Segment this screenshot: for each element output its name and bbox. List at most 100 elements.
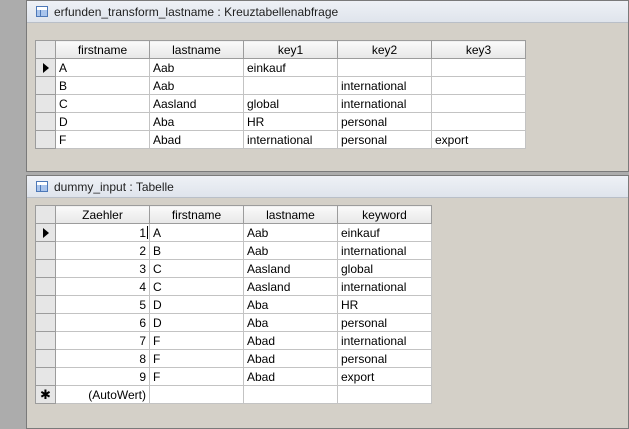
column-header[interactable]: lastname — [149, 40, 244, 59]
record-selector[interactable]: ✱ — [35, 385, 56, 404]
record-selector[interactable] — [35, 130, 56, 149]
cell[interactable]: global — [337, 259, 432, 278]
cell[interactable]: Abad — [243, 367, 338, 386]
record-selector[interactable] — [35, 331, 56, 350]
column-header[interactable]: key2 — [337, 40, 432, 59]
record-selector[interactable] — [35, 223, 56, 242]
new-record-row[interactable]: ✱ (AutoWert) — [35, 385, 432, 404]
table-row[interactable]: 3 C Aasland global — [35, 259, 432, 278]
table-row[interactable]: 4 C Aasland international — [35, 277, 432, 296]
record-selector[interactable] — [35, 295, 56, 314]
cell[interactable]: F — [149, 367, 244, 386]
autonumber-cell[interactable]: (AutoWert) — [55, 385, 150, 404]
cell[interactable]: D — [55, 112, 150, 131]
table-row[interactable]: C Aasland global international — [35, 94, 526, 113]
record-selector[interactable] — [35, 277, 56, 296]
cell[interactable]: Aasland — [243, 259, 338, 278]
cell[interactable]: international — [337, 76, 432, 95]
cell[interactable] — [243, 385, 338, 404]
cell[interactable] — [337, 385, 432, 404]
select-all-corner[interactable] — [35, 205, 56, 224]
record-selector[interactable] — [35, 76, 56, 95]
cell[interactable]: Aab — [243, 241, 338, 260]
cell[interactable]: HR — [243, 112, 338, 131]
cell[interactable]: export — [431, 130, 526, 149]
cell[interactable]: 9 — [55, 367, 150, 386]
column-header[interactable]: firstname — [55, 40, 150, 59]
select-all-corner[interactable] — [35, 40, 56, 59]
cell[interactable]: HR — [337, 295, 432, 314]
record-selector[interactable] — [35, 58, 56, 77]
cell[interactable]: international — [337, 241, 432, 260]
table-row[interactable]: A Aab einkauf — [35, 58, 526, 77]
title-bar[interactable]: erfunden_transform_lastname : Kreuztabel… — [27, 1, 628, 23]
cell[interactable]: Aba — [243, 313, 338, 332]
cell[interactable]: B — [149, 241, 244, 260]
cell[interactable]: D — [149, 295, 244, 314]
cell[interactable]: B — [55, 76, 150, 95]
record-selector[interactable] — [35, 349, 56, 368]
cell[interactable]: Aba — [243, 295, 338, 314]
record-selector[interactable] — [35, 313, 56, 332]
cell[interactable]: C — [55, 94, 150, 113]
cell[interactable] — [149, 385, 244, 404]
column-header[interactable]: Zaehler — [55, 205, 150, 224]
column-header[interactable]: key1 — [243, 40, 338, 59]
datasheet-grid[interactable]: firstname lastname key1 key2 key3 A Aab … — [35, 40, 526, 149]
cell[interactable]: Abad — [243, 349, 338, 368]
cell[interactable]: Aasland — [243, 277, 338, 296]
cell[interactable]: 6 — [55, 313, 150, 332]
column-header[interactable]: lastname — [243, 205, 338, 224]
cell[interactable] — [337, 58, 432, 77]
cell[interactable]: A — [149, 223, 244, 242]
table-row[interactable]: 7 F Abad international — [35, 331, 432, 350]
cell[interactable]: Aab — [149, 58, 244, 77]
cell[interactable]: Aab — [243, 223, 338, 242]
cell[interactable]: A — [55, 58, 150, 77]
cell[interactable]: personal — [337, 130, 432, 149]
table-row[interactable]: D Aba HR personal — [35, 112, 526, 131]
cell[interactable] — [431, 94, 526, 113]
cell[interactable]: personal — [337, 349, 432, 368]
table-row[interactable]: 5 D Aba HR — [35, 295, 432, 314]
cell[interactable]: export — [337, 367, 432, 386]
cell[interactable]: 4 — [55, 277, 150, 296]
cell[interactable]: international — [337, 277, 432, 296]
record-selector[interactable] — [35, 112, 56, 131]
cell[interactable]: Abad — [243, 331, 338, 350]
table-row[interactable]: 8 F Abad personal — [35, 349, 432, 368]
cell[interactable]: 5 — [55, 295, 150, 314]
cell[interactable]: einkauf — [337, 223, 432, 242]
cell[interactable]: 8 — [55, 349, 150, 368]
record-selector[interactable] — [35, 94, 56, 113]
column-header[interactable]: key3 — [431, 40, 526, 59]
cell[interactable]: global — [243, 94, 338, 113]
cell[interactable]: C — [149, 259, 244, 278]
cell[interactable]: F — [149, 331, 244, 350]
cell[interactable] — [431, 112, 526, 131]
table-window[interactable]: dummy_input : Tabelle Zaehler firstname … — [26, 175, 629, 429]
cell[interactable]: 7 — [55, 331, 150, 350]
cell[interactable]: F — [149, 349, 244, 368]
cell[interactable]: Abad — [149, 130, 244, 149]
record-selector[interactable] — [35, 367, 56, 386]
table-row[interactable]: 9 F Abad export — [35, 367, 432, 386]
record-selector[interactable] — [35, 259, 56, 278]
cell[interactable]: international — [337, 94, 432, 113]
cell[interactable]: C — [149, 277, 244, 296]
cell[interactable]: Aba — [149, 112, 244, 131]
column-header[interactable]: keyword — [337, 205, 432, 224]
cell[interactable]: 1 — [55, 223, 150, 242]
cell[interactable]: D — [149, 313, 244, 332]
table-row[interactable]: 1 A Aab einkauf — [35, 223, 432, 242]
title-bar[interactable]: dummy_input : Tabelle — [27, 176, 628, 198]
column-header[interactable]: firstname — [149, 205, 244, 224]
cell[interactable] — [431, 76, 526, 95]
table-row[interactable]: 6 D Aba personal — [35, 313, 432, 332]
table-row[interactable]: B Aab international — [35, 76, 526, 95]
cell[interactable]: personal — [337, 313, 432, 332]
datasheet-grid[interactable]: Zaehler firstname lastname keyword 1 A A… — [35, 205, 432, 404]
cell[interactable]: international — [337, 331, 432, 350]
cell[interactable]: 2 — [55, 241, 150, 260]
cell[interactable] — [243, 76, 338, 95]
